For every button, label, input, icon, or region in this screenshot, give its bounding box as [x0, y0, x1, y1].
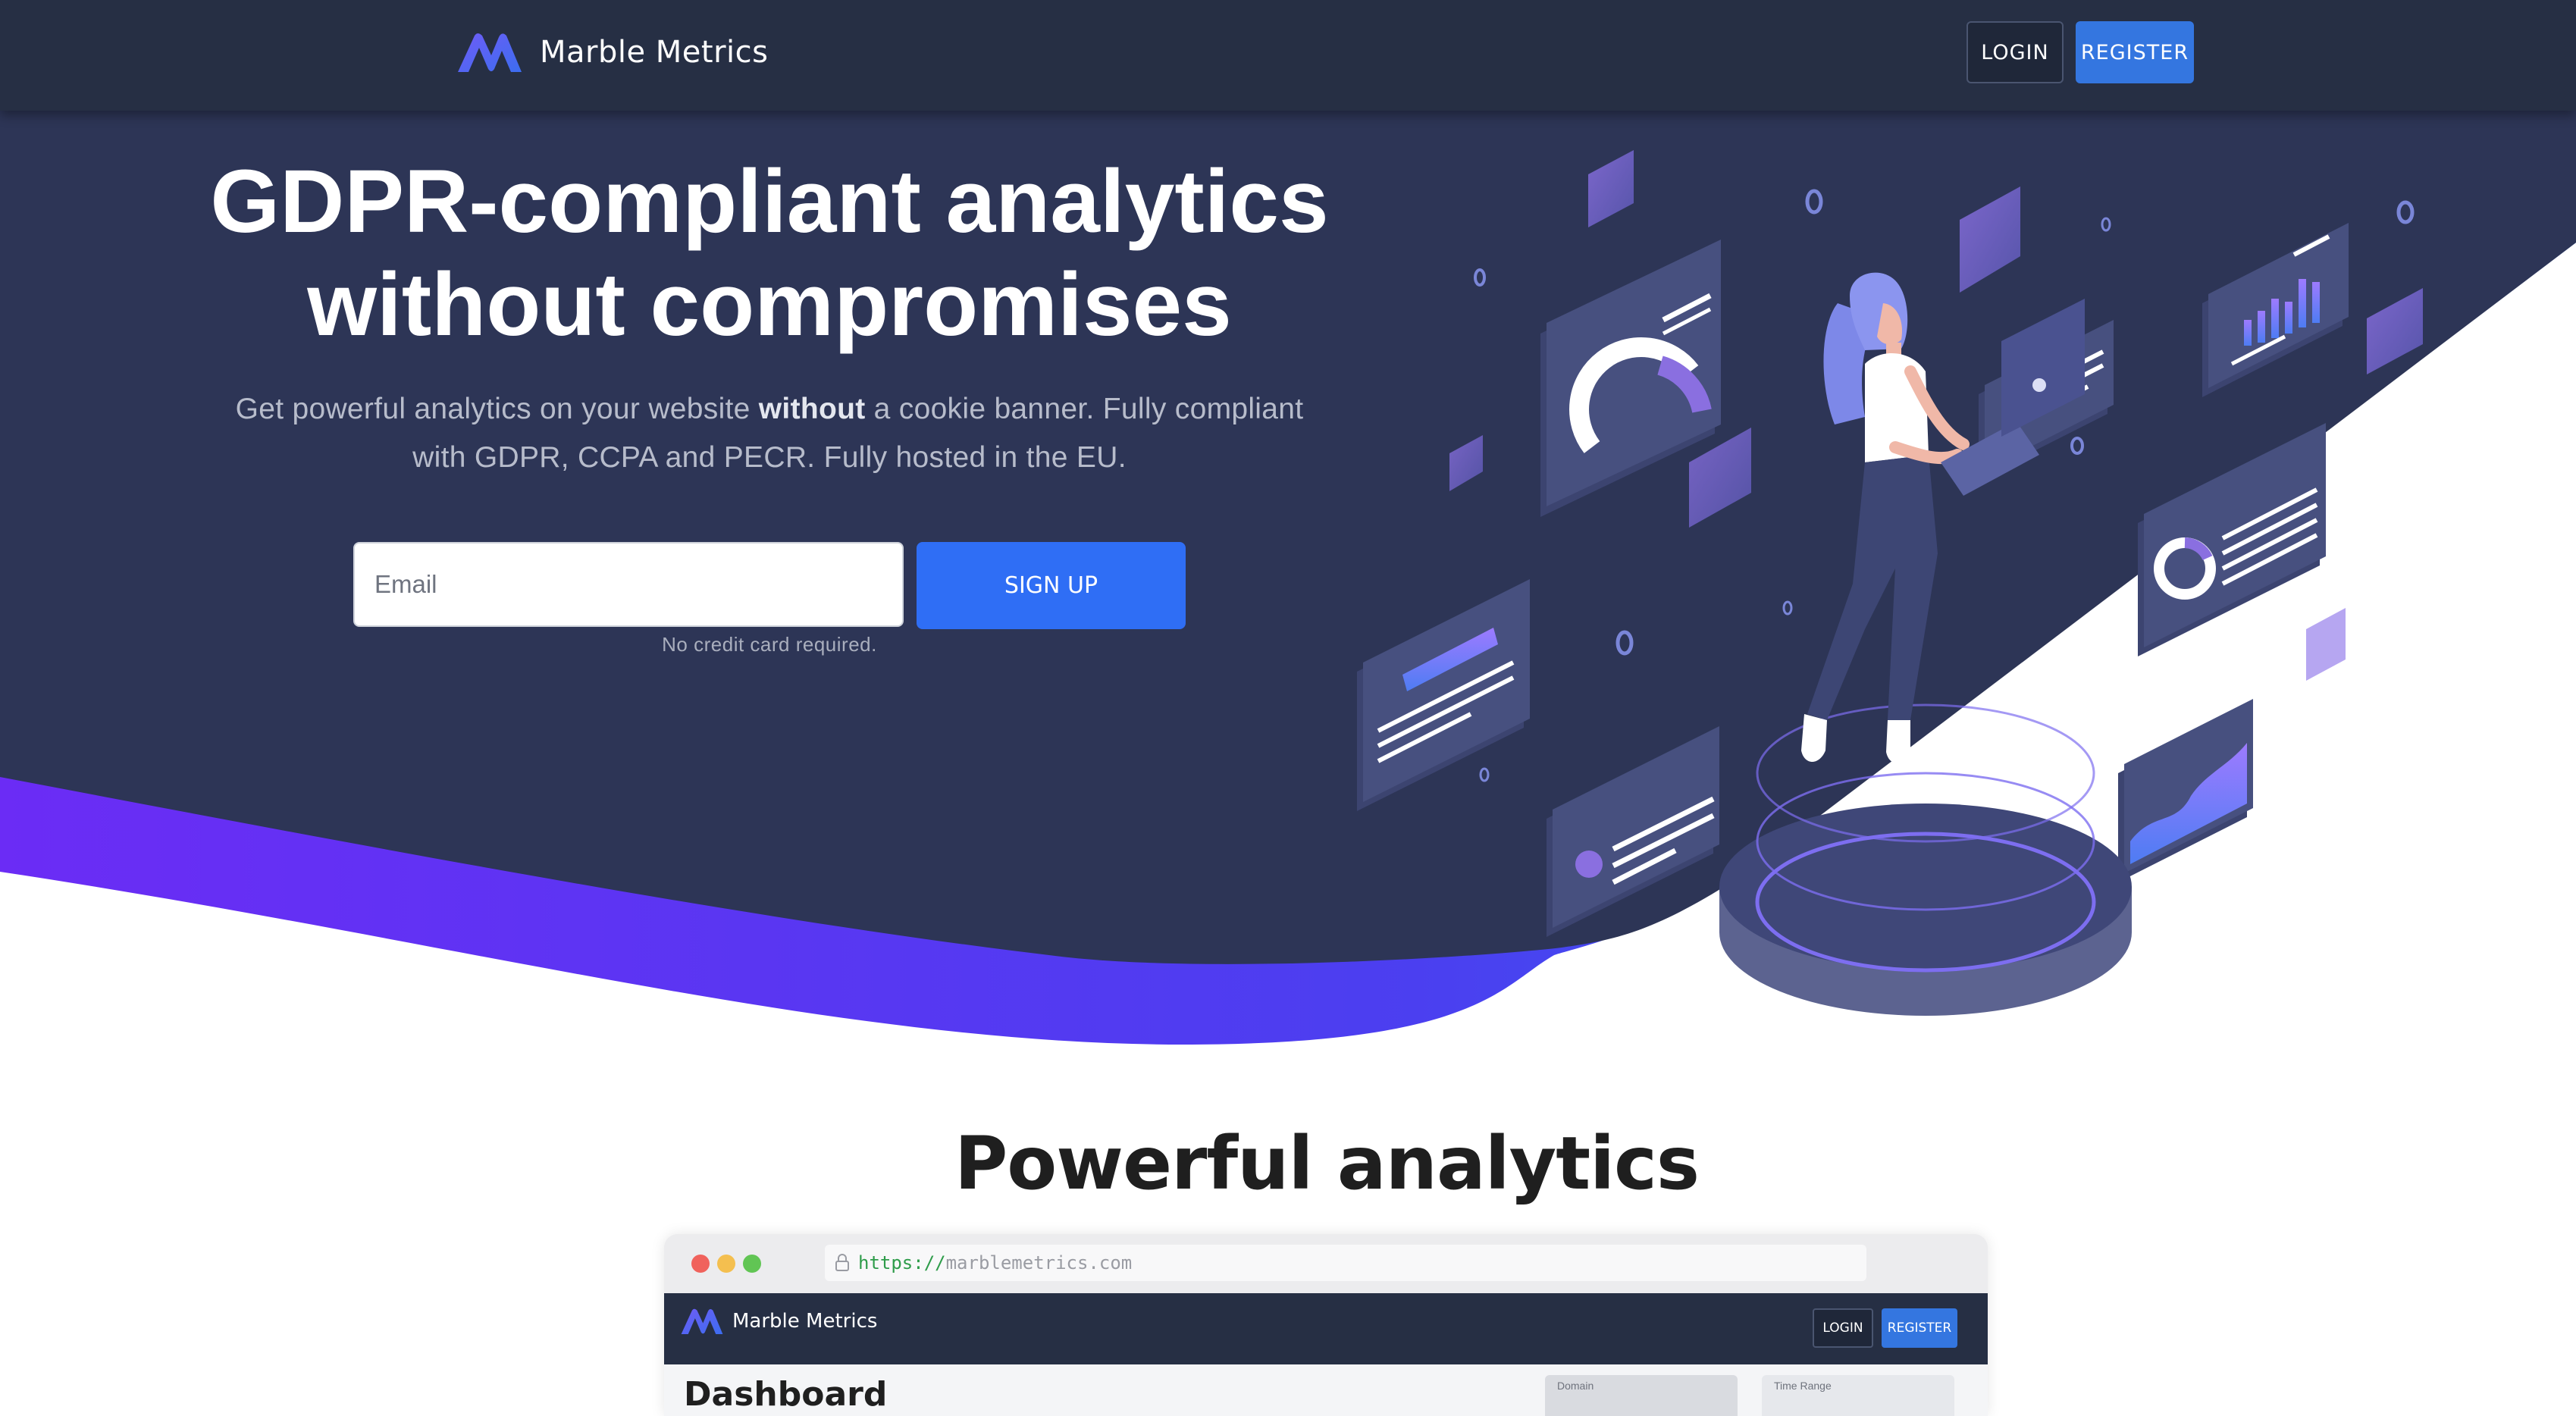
mockup-dashboard-body: Dashboard Domain Time Range: [664, 1364, 1988, 1416]
mockup-page-title: Dashboard: [684, 1375, 888, 1414]
url-host: marblemetrics.com: [945, 1252, 1133, 1273]
mockup-register-button: REGISTER: [1882, 1308, 1957, 1348]
no-credit-card-note: No credit card required.: [662, 633, 877, 656]
top-navbar: Marble Metrics LOGIN REGISTER: [0, 0, 2576, 111]
mockup-navbar: Marble Metrics LOGIN REGISTER: [664, 1293, 1988, 1364]
browser-url-bar: https://marblemetrics.com: [825, 1245, 1866, 1281]
window-minimize-dot: [717, 1255, 735, 1273]
sign-up-button[interactable]: SIGN UP: [917, 542, 1186, 629]
browser-chrome: https://marblemetrics.com: [664, 1234, 1988, 1293]
mockup-time-range-field: Time Range: [1762, 1375, 1954, 1416]
mockup-time-range-label: Time Range: [1774, 1380, 1832, 1392]
hero-title-line-2: without compromises: [307, 255, 1232, 355]
brand-link[interactable]: Marble Metrics: [455, 27, 769, 78]
hero-title-line-1: GDPR-compliant analytics: [210, 152, 1329, 252]
mockup-domain-field: Domain: [1545, 1375, 1738, 1416]
login-button[interactable]: LOGIN: [1966, 21, 2064, 83]
mockup-login-button: LOGIN: [1813, 1308, 1873, 1348]
mockup-logo-icon: [681, 1308, 723, 1334]
dashboard-preview-mockup: https://marblemetrics.com Marble Metrics…: [664, 1234, 1988, 1416]
hero-subtitle-part-1: Get powerful analytics on your website: [235, 393, 759, 425]
hero-subtitle-emphasis: without: [758, 393, 866, 425]
hero-title: GDPR-compliant analytics without comprom…: [152, 150, 1387, 356]
window-close-dot: [691, 1255, 710, 1273]
brand-name: Marble Metrics: [540, 35, 769, 70]
email-input[interactable]: [353, 542, 904, 627]
mockup-brand-name: Marble Metrics: [732, 1310, 878, 1333]
url-scheme: https://: [858, 1252, 946, 1273]
mockup-domain-label: Domain: [1557, 1380, 1594, 1392]
mockup-brand: Marble Metrics: [679, 1307, 877, 1336]
features-heading: Powerful analytics: [954, 1121, 1700, 1206]
lock-icon: [835, 1254, 849, 1271]
hero-subtitle: Get powerful analytics on your website w…: [227, 385, 1312, 482]
analytics-illustration: [1357, 150, 2423, 1016]
marble-metrics-logo-icon: [458, 33, 522, 72]
register-button[interactable]: REGISTER: [2076, 21, 2194, 83]
window-maximize-dot: [743, 1255, 761, 1273]
